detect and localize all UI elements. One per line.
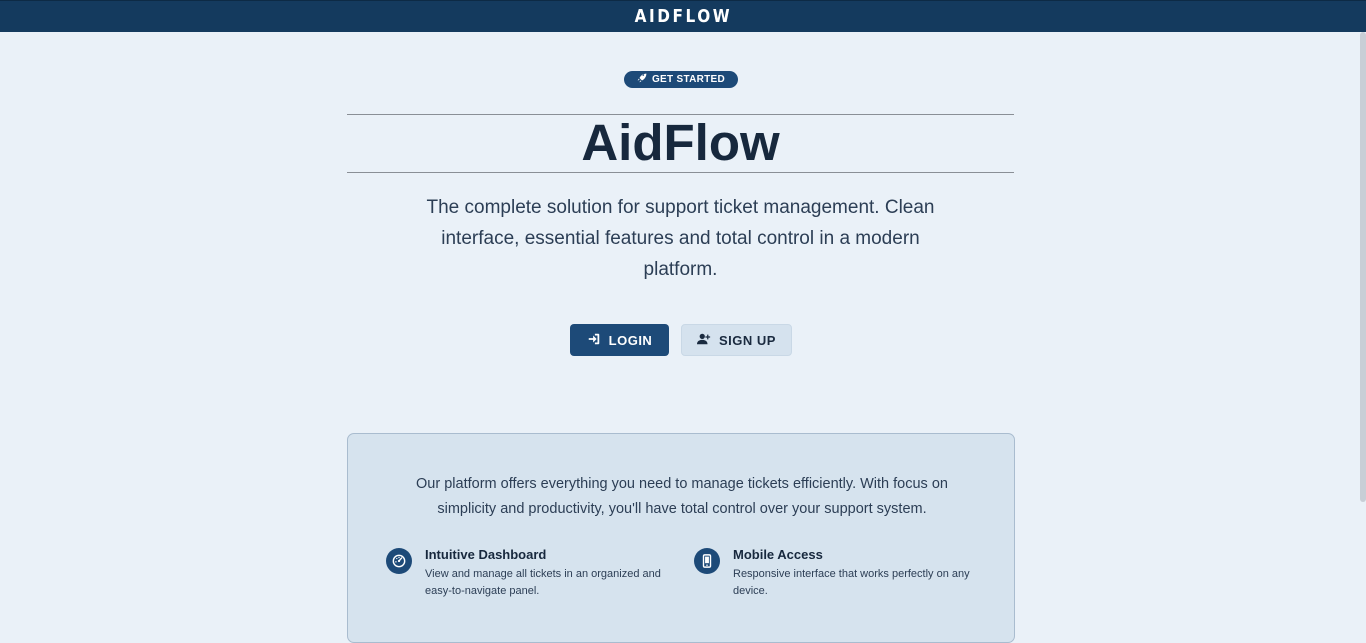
dashboard-icon <box>386 548 412 574</box>
login-button[interactable]: LOGIN <box>570 324 669 356</box>
user-plus-icon <box>697 332 711 349</box>
feature-description: Responsive interface that works perfectl… <box>733 568 970 597</box>
feature-description: View and manage all tickets in an organi… <box>425 568 661 597</box>
title-bottom-divider <box>347 172 1014 173</box>
info-panel: Our platform offers everything you need … <box>347 433 1015 643</box>
info-text: Our platform offers everything you need … <box>416 476 948 517</box>
badge-label: GET STARTED <box>651 74 726 85</box>
hero-subtitle: The complete solution for support ticket… <box>426 197 935 280</box>
page-scrollbar[interactable] <box>1360 32 1366 502</box>
get-started-badge: GET STARTED <box>624 71 738 88</box>
brand-logo[interactable]: AIDFLOW <box>634 6 732 27</box>
page-title: AidFlow <box>581 114 780 171</box>
feature-title: Intuitive Dashboard <box>425 547 547 562</box>
signup-label: SIGN UP <box>719 332 776 348</box>
signup-button[interactable]: SIGN UP <box>681 324 792 356</box>
mobile-icon <box>694 548 720 574</box>
sign-in-icon <box>587 332 601 349</box>
top-navbar: AIDFLOW <box>0 0 1366 32</box>
feature-title: Mobile Access <box>733 547 823 562</box>
rocket-icon <box>637 73 647 86</box>
login-label: LOGIN <box>608 332 653 348</box>
